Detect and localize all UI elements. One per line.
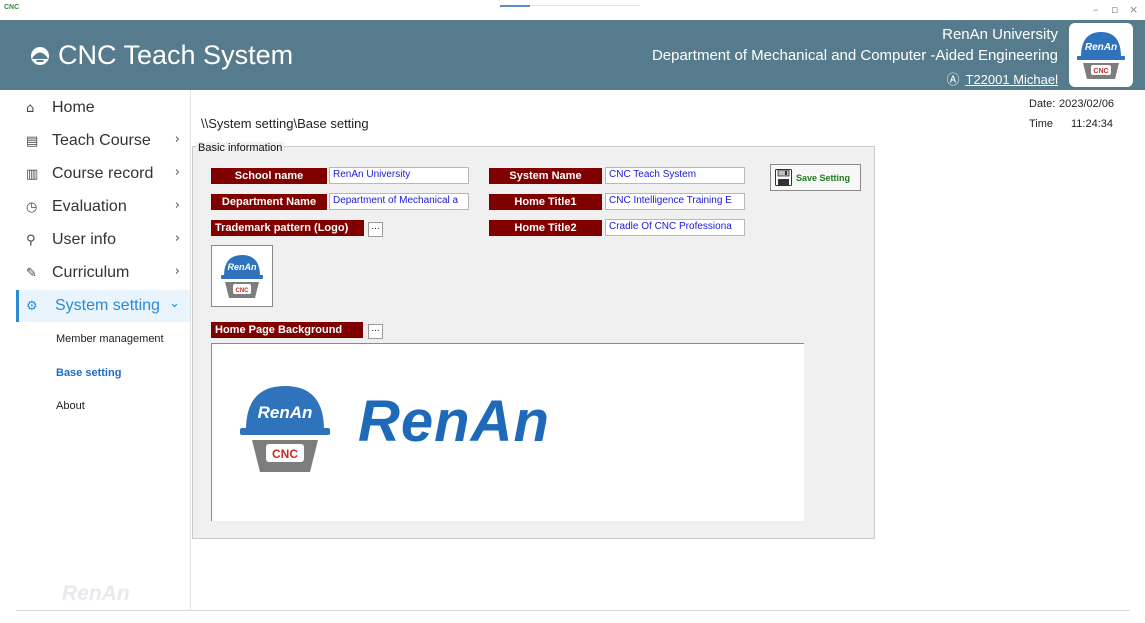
department-name: Department of Mechanical and Computer -A… <box>651 47 1058 64</box>
app-window: CNC – ▫ × CNC Teach System RenAn Univers… <box>0 0 1145 623</box>
sidebar-item-home[interactable]: ⌂ Home <box>16 93 190 123</box>
sidebar-item-label: Course record <box>52 165 154 182</box>
basic-information-group: Basic information School name RenAn Univ… <box>192 142 875 539</box>
user-icon: ⚲ <box>26 232 36 248</box>
logo-preview: RenAn CNC <box>211 245 273 307</box>
current-user[interactable]: Ⓐ T22001 Michael <box>946 69 1058 88</box>
school-name-label: School name <box>211 168 327 184</box>
time-label: Time <box>1029 118 1054 130</box>
sidebar-item-label: Curriculum <box>52 264 130 281</box>
trademark-logo-label: Trademark pattern (Logo) <box>211 220 364 236</box>
helmet-icon <box>31 47 49 65</box>
sidebar-subitem-base-setting[interactable]: Base setting <box>56 367 121 379</box>
floppy-disk-icon <box>775 169 792 186</box>
group-title: Basic information <box>196 142 285 154</box>
sidebar-item-curriculum[interactable]: ✎ Curriculum › <box>16 258 190 288</box>
gear-icon: ⚙ <box>26 298 38 314</box>
department-name-input[interactable]: Department of Mechanical a <box>329 193 469 210</box>
sidebar-item-label: System setting <box>55 297 160 314</box>
sidebar-item-system-setting[interactable]: ⚙ System setting ⌄ <box>16 290 190 322</box>
system-name-label: System Name <box>489 168 602 184</box>
sidebar-watermark: RenAn <box>62 582 130 605</box>
browse-background-button[interactable]: ... <box>368 324 383 339</box>
time-value: 11:24:34 <box>1071 118 1114 130</box>
sidebar-subitem-member-management[interactable]: Member management <box>56 333 164 345</box>
chevron-down-icon: ⌄ <box>169 296 180 311</box>
breadcrumb: \\System setting\Base setting <box>201 116 369 131</box>
pencil-icon: ✎ <box>26 265 37 281</box>
school-name-input[interactable]: RenAn University <box>329 167 469 184</box>
home-title2-input[interactable]: Cradle Of CNC Professiona <box>605 219 745 236</box>
sidebar: ⌂ Home ▤ Teach Course › ▥ Course record … <box>0 90 190 610</box>
brand-badge: RenAn CNC <box>1069 23 1133 87</box>
svg-text:RenAn: RenAn <box>258 403 313 422</box>
clock-icon: ◷ <box>26 199 38 215</box>
date-label: Date: <box>1029 98 1056 110</box>
svg-text:CNC: CNC <box>1093 68 1108 75</box>
sidebar-item-evaluation[interactable]: ◷ Evaluation › <box>16 192 190 222</box>
restore-icon[interactable]: ▫ <box>1111 3 1118 16</box>
app-title: CNC Teach System <box>58 40 294 70</box>
home-title2-label: Home Title2 <box>489 220 602 236</box>
save-setting-button[interactable]: Save Setting <box>770 164 861 191</box>
user-circle-icon: Ⓐ <box>946 72 960 87</box>
chevron-right-icon: › <box>174 198 180 213</box>
renan-wordmark: RenAn <box>358 389 550 454</box>
university-name: RenAn University <box>942 26 1058 43</box>
sidebar-item-label: User info <box>52 231 117 248</box>
sidebar-item-user-info[interactable]: ⚲ User info › <box>16 225 190 255</box>
home-page-background-label: Home Page Background <box>211 322 363 338</box>
title-bar: CNC – ▫ × <box>0 0 1145 20</box>
home-title1-label: Home Title1 <box>489 194 602 210</box>
main-content: \\System setting\Base setting Date: 2023… <box>190 90 1145 610</box>
sidebar-item-course-record[interactable]: ▥ Course record › <box>16 159 190 189</box>
title-bar-tab-indicator <box>500 5 640 8</box>
browse-logo-button[interactable]: ... <box>368 222 383 237</box>
svg-text:CNC: CNC <box>272 447 298 461</box>
chevron-right-icon: › <box>174 132 180 147</box>
date-value: 2023/02/06 <box>1059 98 1115 110</box>
background-preview: RenAn CNC RenAn <box>211 343 804 521</box>
app-icon: CNC <box>4 4 20 11</box>
bottom-divider <box>16 610 1130 611</box>
sidebar-item-label: Evaluation <box>52 198 127 215</box>
book-icon: ▤ <box>26 133 39 149</box>
chevron-right-icon: › <box>174 165 180 180</box>
svg-text:CNC: CNC <box>236 288 250 294</box>
svg-text:RenAn: RenAn <box>1085 42 1117 53</box>
sidebar-subitem-about[interactable]: About <box>56 400 85 412</box>
close-icon[interactable]: × <box>1129 3 1138 16</box>
chevron-right-icon: › <box>174 231 180 246</box>
renan-logo-icon: RenAn CNC <box>240 386 330 472</box>
user-name-link[interactable]: T22001 Michael <box>966 72 1059 87</box>
minimize-icon[interactable]: – <box>1093 3 1099 16</box>
renan-logo-icon: RenAn CNC <box>1077 32 1125 79</box>
sidebar-item-teach-course[interactable]: ▤ Teach Course › <box>16 126 190 156</box>
chevron-right-icon: › <box>174 264 180 279</box>
header-bar: CNC Teach System RenAn University Depart… <box>0 20 1145 90</box>
system-name-input[interactable]: CNC Teach System <box>605 167 745 184</box>
svg-text:RenAn: RenAn <box>228 262 258 272</box>
home-title1-input[interactable]: CNC Intelligence Training E <box>605 193 745 210</box>
sidebar-item-label: Teach Course <box>52 132 151 149</box>
home-icon: ⌂ <box>26 100 35 116</box>
department-name-label: Department Name <box>211 194 327 210</box>
save-setting-label: Save Setting <box>796 172 851 183</box>
document-icon: ▥ <box>26 166 39 182</box>
renan-logo-icon: RenAn CNC <box>221 255 263 298</box>
sidebar-item-label: Home <box>52 99 95 116</box>
